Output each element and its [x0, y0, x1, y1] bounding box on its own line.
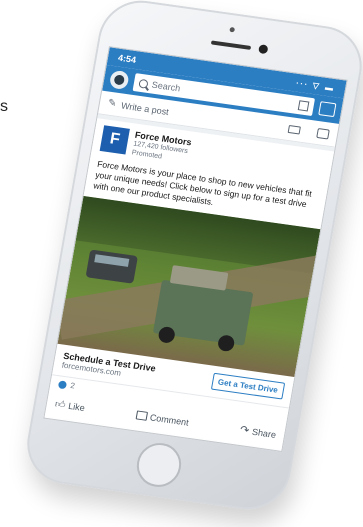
search-icon	[138, 78, 149, 89]
reaction-count: 2	[69, 380, 76, 391]
image-classic-land-rover	[152, 279, 254, 353]
profile-avatar[interactable]	[108, 69, 130, 91]
proximity-sensor	[229, 26, 236, 33]
edge-text-fragment: s	[0, 98, 8, 115]
camera-icon[interactable]	[316, 127, 330, 140]
app-screen: 4:54 ∙∙∙ ▽ ▬ Search ✎ Write a post F For…	[43, 46, 348, 453]
video-icon[interactable]	[287, 124, 301, 135]
company-logo[interactable]: F	[99, 125, 130, 155]
comment-label: Comment	[149, 411, 190, 428]
like-label: Like	[67, 400, 86, 413]
share-label: Share	[251, 426, 277, 440]
messages-icon[interactable]	[318, 101, 337, 118]
promoted-post-card: F Force Motors 127,420 followers Promote…	[44, 118, 335, 450]
front-camera	[258, 44, 269, 55]
image-modern-suv	[85, 249, 138, 284]
comment-icon	[135, 410, 148, 421]
company-info: Force Motors 127,420 followers Promoted	[131, 130, 192, 166]
feed: F Force Motors 127,420 followers Promote…	[44, 114, 335, 450]
image-wheel	[216, 334, 236, 353]
status-time: 4:54	[117, 52, 137, 65]
like-reaction-icon	[57, 379, 68, 389]
qr-code-icon[interactable]	[297, 100, 310, 112]
earpiece-speaker	[210, 40, 252, 50]
phone-device: 4:54 ∙∙∙ ▽ ▬ Search ✎ Write a post F For…	[20, 0, 363, 515]
pencil-icon: ✎	[107, 97, 118, 110]
get-test-drive-button[interactable]: Get a Test Drive	[210, 372, 286, 400]
home-button[interactable]	[133, 440, 185, 490]
like-button[interactable]: 👍︎ Like	[54, 397, 86, 414]
comment-button[interactable]: Comment	[135, 408, 190, 428]
image-wheel	[157, 325, 177, 344]
share-icon: ↷	[239, 424, 251, 438]
thumbs-up-icon: 👍︎	[54, 398, 67, 411]
signal-wifi-battery-icon: ∙∙∙ ▽ ▬	[295, 78, 336, 93]
share-button[interactable]: ↷ Share	[239, 423, 277, 441]
